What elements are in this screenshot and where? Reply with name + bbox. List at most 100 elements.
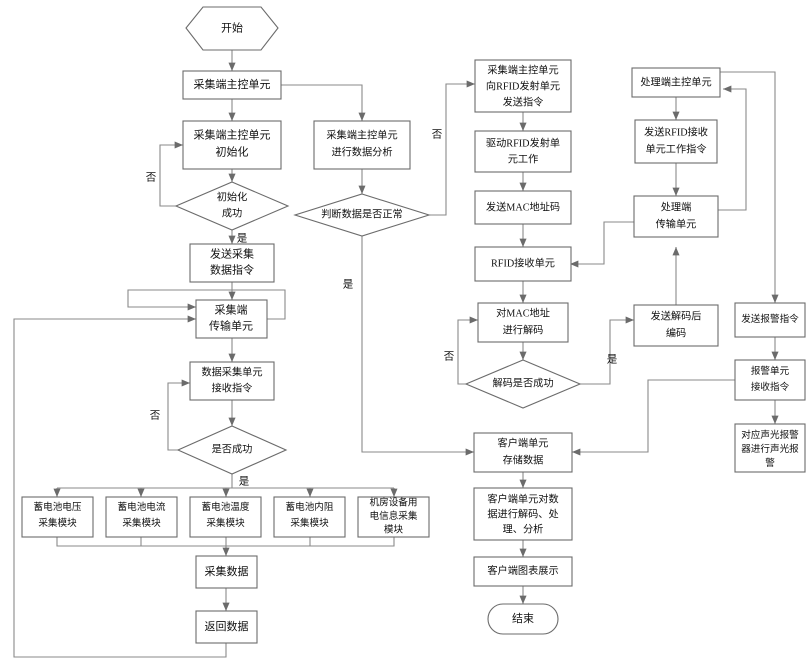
node-send-acq-cmd-line2: 数据指令 [210,263,254,277]
node-client-proc[interactable]: 客户端单元对数 据进行解码、处 理、分析 [473,487,573,541]
node-data-acq-rx-line2: 接收指令 [212,381,253,394]
node-decode-ok-label: 解码是否成功 [492,376,553,389]
node-send-rfid-rx-line1: 发送RFID接收 [644,125,708,138]
edge-decodeok-yes [570,316,635,385]
node-client-store-line2: 存储数据 [503,453,544,466]
node-data-acq-rx[interactable]: 数据采集单元 接收指令 [189,361,275,401]
node-mod-temp-line2: 采集模块 [206,517,245,529]
node-init-ok-line2: 成功 [222,207,242,219]
flowchart-canvas: 开始 采集端主控单元 采集端主控单元 初始化 初始化 成功 发送采集 数据指令 … [0,0,810,670]
node-acq-mcu-init-line1: 采集端主控单元 [194,128,271,142]
node-rfid-rx-label: RFID接收单元 [491,256,555,269]
node-mod-current-line1: 蓄电池电流 [118,501,166,513]
node-decode-mac[interactable]: 对MAC地址 进行解码 [477,302,569,343]
edge-label-yes-normal: 是 [343,278,354,290]
edge-label-yes-init: 是 [237,232,248,244]
node-client-proc-line2: 据进行解码、处 [487,507,558,520]
edge-datanormal-no [427,80,476,216]
edge-datanormal-yes [361,236,475,456]
node-start[interactable]: 开始 [185,6,279,51]
node-is-ok[interactable]: 是否成功 [176,425,288,475]
node-mod-room-line3: 模块 [384,524,404,536]
node-analyze-line2: 进行数据分析 [331,145,392,158]
node-acq-mcu-init-line2: 初始化 [216,145,249,159]
node-mcu-to-rfid-line3: 发送指令 [503,95,544,108]
node-acq-tx-unit-line2: 传输单元 [209,319,253,333]
node-alarm-out-line3: 警 [765,457,775,469]
node-rfid-rx[interactable]: RFID接收单元 [474,246,572,282]
node-client-proc-line3: 理、分析 [503,522,544,535]
node-mod-room-line1: 机房设备用 [370,497,418,509]
node-acq-mcu-label: 采集端主控单元 [194,77,271,91]
node-proc-mcu-label: 处理端主控单元 [640,75,711,88]
node-send-acq-cmd[interactable]: 发送采集 数据指令 [189,243,275,283]
node-mod-voltage[interactable]: 蓄电池电压 采集模块 [21,496,94,538]
node-return-data-label: 返回数据 [205,619,249,633]
node-mod-room-line2: 电信息采集 [370,510,418,522]
node-collect-data-label: 采集数据 [205,564,249,578]
flowchart-svg: 开始 采集端主控单元 采集端主控单元 初始化 初始化 成功 发送采集 数据指令 … [13,6,806,658]
node-mod-temp[interactable]: 蓄电池温度 采集模块 [189,496,262,538]
node-start-label: 开始 [221,21,243,35]
edge-initok-no-loop [159,141,186,207]
edge-alarmrx-to-clientstore [571,379,735,456]
node-send-encoded-line2: 编码 [666,326,686,339]
edge-label-yes-decode: 是 [607,353,618,365]
node-analyze[interactable]: 采集端主控单元 进行数据分析 [313,120,411,170]
node-mod-current[interactable]: 蓄电池电流 采集模块 [105,496,178,538]
node-send-alarm-label: 发送报警指令 [741,313,799,325]
node-client-chart-label: 客户端图表展示 [487,564,558,577]
node-send-rfid-rx[interactable]: 发送RFID接收 单元工作指令 [634,119,718,164]
node-mcu-to-rfid[interactable]: 采集端主控单元 向RFID发射单元 发送指令 [474,59,572,113]
node-collect-data[interactable]: 采集数据 [195,555,258,589]
edge-label-yes-acq: 是 [239,475,250,487]
edge-label-no-init: 否 [146,171,157,183]
node-send-mac[interactable]: 发送MAC地址码 [474,190,572,225]
node-acq-mcu[interactable]: 采集端主控单元 [182,70,282,100]
node-analyze-line1: 采集端主控单元 [326,128,397,141]
node-alarm-out-line1: 对应声光报警 [741,429,799,441]
node-send-rfid-rx-line2: 单元工作指令 [645,142,706,155]
node-drive-rfid[interactable]: 驱动RFID发射单 元工作 [474,130,572,173]
edge-label-no-decode: 否 [444,350,455,362]
node-acq-tx-unit[interactable]: 采集端 传输单元 [195,299,268,339]
node-proc-tx-unit[interactable]: 处理端 传输单元 [633,195,719,238]
node-mod-voltage-line2: 采集模块 [38,517,77,529]
node-init-ok-line1: 初始化 [217,190,248,203]
node-client-store-line1: 客户端单元 [498,436,549,449]
node-mcu-to-rfid-line2: 向RFID发射单元 [486,79,560,92]
node-return-data[interactable]: 返回数据 [195,610,258,644]
edge-decodeok-no-loop [457,316,479,385]
node-acq-tx-unit-line1: 采集端 [215,303,248,317]
node-send-encoded[interactable]: 发送解码后 编码 [633,304,719,347]
node-client-store[interactable]: 客户端单元 存储数据 [473,432,573,473]
node-alarm-rx[interactable]: 报警单元 接收指令 [734,359,806,401]
node-send-encoded-line1: 发送解码后 [651,309,702,322]
edge-isok-no-loop [167,379,192,451]
node-alarm-rx-line1: 报警单元 [751,365,790,377]
node-acq-mcu-init[interactable]: 采集端主控单元 初始化 [182,120,282,170]
node-mod-res[interactable]: 蓄电池内阻 采集模块 [273,496,346,538]
node-proc-mcu[interactable]: 处理端主控单元 [631,67,721,98]
node-client-chart[interactable]: 客户端图表展示 [473,556,573,587]
node-drive-rfid-line2: 元工作 [508,153,539,165]
node-data-acq-rx-line1: 数据采集单元 [201,365,262,378]
node-mod-temp-line1: 蓄电池温度 [202,501,250,513]
node-mod-voltage-line1: 蓄电池电压 [34,501,82,513]
node-send-alarm[interactable]: 发送报警指令 [734,302,806,338]
node-data-normal[interactable]: 判断数据是否正常 [293,193,431,237]
node-send-acq-cmd-line1: 发送采集 [210,247,254,261]
node-alarm-out[interactable]: 对应声光报警 器进行声光报 警 [734,423,806,473]
edge-procmcu-to-sendalarm [720,71,779,304]
node-decode-ok[interactable]: 解码是否成功 [464,359,582,409]
node-send-mac-label: 发送MAC地址码 [486,200,560,213]
node-alarm-out-line2: 器进行声光报 [741,443,799,455]
node-mod-room[interactable]: 机房设备用 电信息采集 模块 [357,496,430,538]
edge-proctx-to-rfidrx [569,221,634,268]
node-init-ok[interactable]: 初始化 成功 [174,181,290,231]
node-is-ok-label: 是否成功 [212,443,253,455]
node-end[interactable]: 结束 [487,603,559,635]
edge-acqmcu-to-analyze [281,84,366,122]
node-mod-res-line2: 采集模块 [290,517,329,529]
node-proc-tx-unit-line2: 传输单元 [656,217,697,230]
